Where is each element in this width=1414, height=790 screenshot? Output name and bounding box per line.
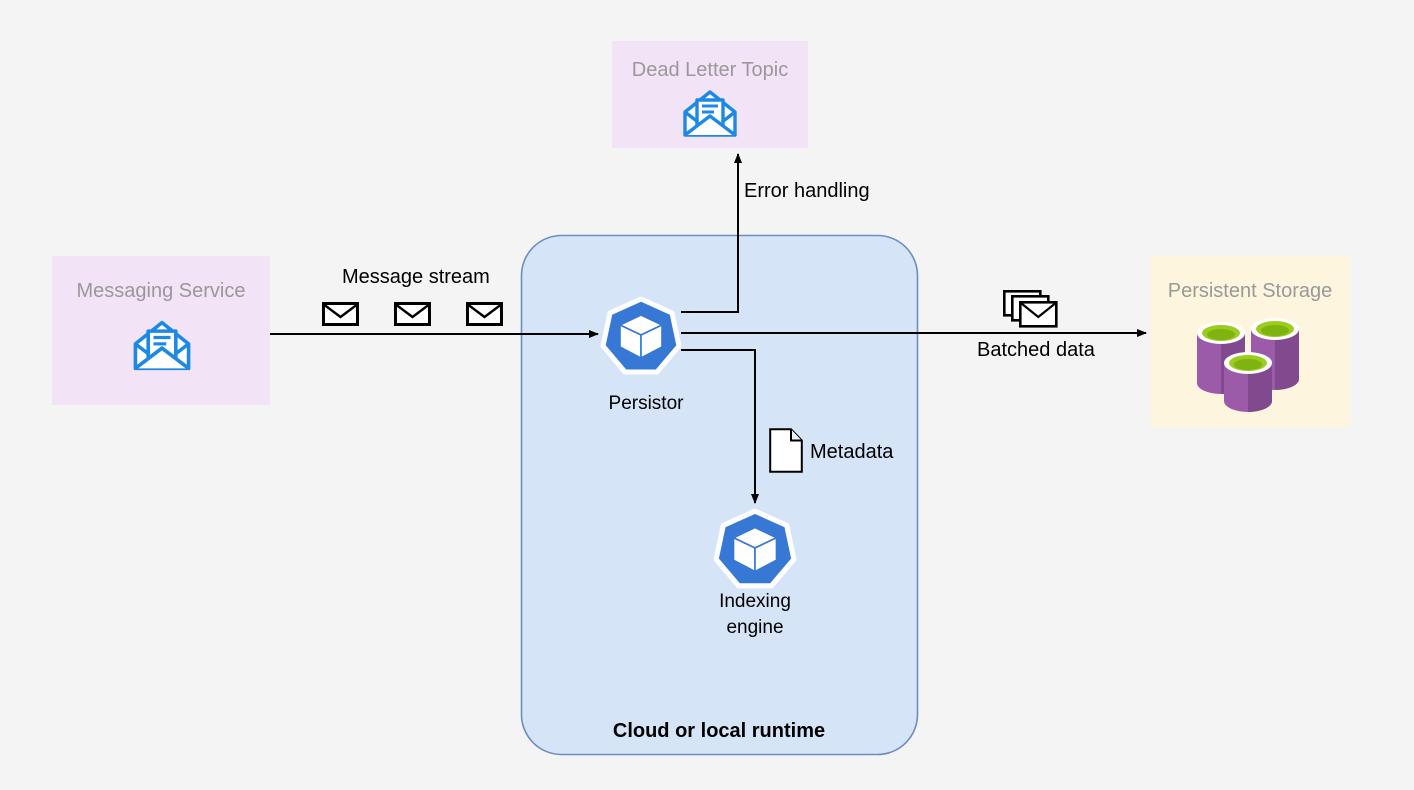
database-cylinders-icon [1194,311,1304,413]
batched-data-label: Batched data [977,339,1095,361]
kubernetes-pod-icon-indexing-engine[interactable] [711,508,799,590]
runtime-container-label: Cloud or local runtime [612,720,826,742]
indexing-engine-label-line1: Indexing [719,591,791,612]
node-persistent-storage[interactable]: Persistent Storage [1150,256,1350,427]
document-icon [769,428,803,473]
envelope-icon [394,302,431,326]
envelope-icon [466,302,503,326]
dead-letter-topic-label: Dead Letter Topic [631,59,789,81]
metadata-label: Metadata [810,441,894,463]
persistent-storage-label: Persistent Storage [1167,280,1333,302]
runtime-container-shape [520,234,919,756]
open-envelope-icon [128,318,196,374]
kubernetes-pod-icon-persistor[interactable] [598,296,684,376]
open-envelope-icon [678,89,742,139]
error-handling-label: Error handling [744,180,870,202]
message-stream-label: Message stream [342,266,490,288]
indexing-engine-label-line2: engine [726,617,784,638]
node-messaging-service[interactable]: Messaging Service [52,256,270,405]
stacked-envelopes-icon [1003,290,1065,332]
envelope-icon [322,302,359,326]
persistor-label: Persistor [608,393,684,414]
messaging-service-label: Messaging Service [76,280,246,302]
node-dead-letter-topic[interactable]: Dead Letter Topic [612,41,808,148]
